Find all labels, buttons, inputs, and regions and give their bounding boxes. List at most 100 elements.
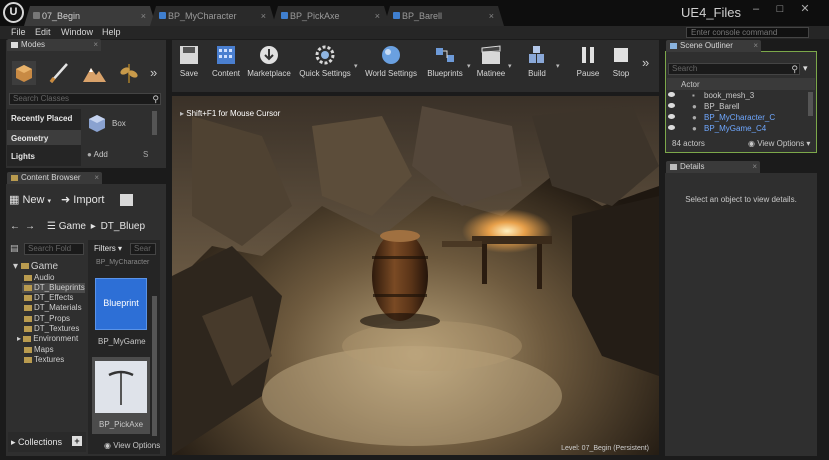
- tree-item-dt-textures[interactable]: DT_Textures: [24, 324, 79, 333]
- maximize-icon[interactable]: □: [770, 0, 790, 18]
- actor-name: BP_MyGame_C4: [704, 124, 767, 133]
- history-forward-icon[interactable]: →: [25, 221, 35, 232]
- content-browser-tab[interactable]: Content Browser ×: [7, 172, 102, 184]
- close-icon[interactable]: ×: [93, 39, 98, 51]
- paint-mode-icon[interactable]: [46, 60, 72, 86]
- save-button[interactable]: Save: [175, 44, 203, 84]
- tree-label: DT_Effects: [34, 293, 74, 302]
- filters-button[interactable]: Filters ▾: [94, 244, 122, 253]
- tree-item-dt-materials[interactable]: DT_Materials: [24, 303, 82, 312]
- more-toolbar-icon[interactable]: »: [642, 55, 649, 70]
- save-all-icon[interactable]: [120, 194, 133, 206]
- search-classes-input[interactable]: Search Classes ⚲: [9, 93, 161, 105]
- scene-outliner-tab[interactable]: Scene Outliner ×: [666, 40, 761, 52]
- pickaxe-thumbnail-icon[interactable]: [95, 361, 147, 413]
- more-modes-icon[interactable]: »: [150, 65, 157, 80]
- tab-bp-pickaxe[interactable]: BP_PickAxe ×: [272, 6, 390, 26]
- tree-label: Environment: [33, 334, 79, 343]
- category-lights[interactable]: Lights: [11, 152, 35, 161]
- tree-item-dt-effects[interactable]: DT_Effects: [24, 293, 73, 302]
- console-command-input[interactable]: Enter console command: [686, 27, 809, 38]
- close-icon[interactable]: ×: [94, 172, 99, 184]
- outliner-scrollbar[interactable]: [808, 92, 813, 116]
- level-viewport[interactable]: ▸ Shift+F1 for Mouse Cursor Level: 07_Be…: [172, 96, 659, 455]
- import-button[interactable]: ➜ Import: [61, 193, 104, 206]
- quick-settings-button[interactable]: Quick Settings: [298, 44, 352, 84]
- tree-item-maps[interactable]: Maps: [24, 345, 54, 354]
- tree-root-game[interactable]: ▾ Game: [13, 261, 58, 272]
- asset-thumbnail-bp-mygame[interactable]: Blueprint: [95, 278, 147, 330]
- collections-toggle[interactable]: ▸ Collections: [11, 437, 62, 448]
- foliage-mode-icon[interactable]: [116, 60, 142, 86]
- close-icon[interactable]: ×: [375, 6, 380, 26]
- outliner-settings-icon[interactable]: ▾: [803, 63, 808, 74]
- tree-item-dt-props[interactable]: DT_Props: [24, 314, 70, 323]
- new-button[interactable]: ▦ New ▾: [9, 193, 51, 206]
- tree-item-dt-blueprints[interactable]: DT_Blueprints: [24, 283, 85, 292]
- visibility-eye-icon[interactable]: [668, 114, 675, 119]
- tab-bp-barell[interactable]: BP_Barell ×: [384, 6, 504, 26]
- pause-button[interactable]: Pause: [574, 44, 602, 84]
- tab-label: BP_PickAxe: [290, 11, 340, 21]
- search-folders-input[interactable]: Search Fold: [24, 243, 84, 255]
- menu-window[interactable]: Window: [61, 26, 93, 39]
- s-item[interactable]: S: [143, 150, 148, 159]
- details-tab[interactable]: Details ×: [666, 161, 760, 173]
- tree-toggle-icon[interactable]: ▤: [10, 243, 19, 254]
- category-recently-placed[interactable]: Recently Placed: [11, 114, 72, 123]
- close-window-icon[interactable]: ✕: [795, 0, 815, 18]
- eye-icon: ◉: [748, 139, 758, 148]
- content-button[interactable]: Content: [209, 44, 243, 84]
- close-icon[interactable]: ×: [489, 6, 494, 26]
- outliner-view-options[interactable]: ◉ View Options ▾: [748, 139, 810, 148]
- tab-label: Modes: [21, 40, 46, 49]
- modes-scrollbar[interactable]: [152, 111, 157, 135]
- history-back-icon[interactable]: ←: [10, 221, 20, 232]
- marketplace-button[interactable]: Marketplace: [247, 44, 291, 84]
- close-icon[interactable]: ×: [141, 6, 146, 26]
- close-icon[interactable]: ×: [752, 161, 757, 173]
- column-actor[interactable]: Actor: [681, 80, 700, 89]
- stop-button[interactable]: Stop: [608, 44, 634, 84]
- breadcrumb-dt-blueprints[interactable]: DT_Bluep: [101, 221, 145, 232]
- chevron-down-icon[interactable]: ▾: [508, 62, 512, 70]
- add-collection-icon[interactable]: +: [72, 436, 82, 446]
- tree-item-textures[interactable]: Textures: [24, 355, 64, 364]
- minimize-icon[interactable]: –: [746, 0, 766, 18]
- tree-item-environment[interactable]: ▸ Environment: [17, 334, 78, 343]
- visibility-eye-icon[interactable]: [668, 125, 675, 130]
- new-icon: ▦: [9, 194, 20, 206]
- build-button[interactable]: Build: [524, 44, 550, 84]
- tab-bp-mycharacter[interactable]: BP_MyCharacter ×: [150, 6, 276, 26]
- outliner-search-input[interactable]: Search ⚲: [668, 63, 800, 75]
- menu-edit[interactable]: Edit: [35, 26, 51, 39]
- box-icon[interactable]: [86, 112, 108, 134]
- modes-tab[interactable]: Modes ×: [7, 39, 101, 51]
- chevron-down-icon[interactable]: ▾: [467, 62, 471, 70]
- blueprints-button[interactable]: Blueprints: [425, 44, 465, 84]
- search-icon: ⚲: [791, 64, 798, 74]
- matinee-button[interactable]: Matinee: [476, 44, 506, 84]
- landscape-mode-icon[interactable]: [81, 60, 107, 86]
- breadcrumb-game[interactable]: Game: [59, 221, 86, 232]
- place-mode-icon[interactable]: [11, 60, 37, 86]
- visibility-eye-icon[interactable]: [668, 103, 675, 108]
- chevron-down-icon[interactable]: ▾: [556, 62, 560, 70]
- tree-item-audio[interactable]: Audio: [24, 273, 54, 282]
- category-geometry[interactable]: Geometry: [11, 134, 48, 143]
- close-icon[interactable]: ×: [261, 6, 266, 26]
- world-settings-button[interactable]: World Settings: [364, 44, 418, 84]
- folder-icon: [20, 263, 29, 270]
- asset-scrollbar[interactable]: [152, 296, 157, 436]
- tab-07-begin[interactable]: 07_Begin ×: [24, 6, 156, 26]
- visibility-eye-icon[interactable]: [668, 92, 675, 97]
- view-options-label: View Options: [757, 139, 805, 148]
- content-view-options[interactable]: ◉ View Options: [104, 441, 160, 450]
- menu-file[interactable]: File: [11, 26, 26, 39]
- chevron-down-icon[interactable]: ▾: [354, 62, 358, 70]
- close-icon[interactable]: ×: [753, 40, 758, 52]
- add-item[interactable]: ● Add: [87, 150, 108, 159]
- search-assets-input[interactable]: Sear: [130, 243, 156, 255]
- chevron-down-icon: ▾: [47, 198, 52, 205]
- menu-help[interactable]: Help: [102, 26, 121, 39]
